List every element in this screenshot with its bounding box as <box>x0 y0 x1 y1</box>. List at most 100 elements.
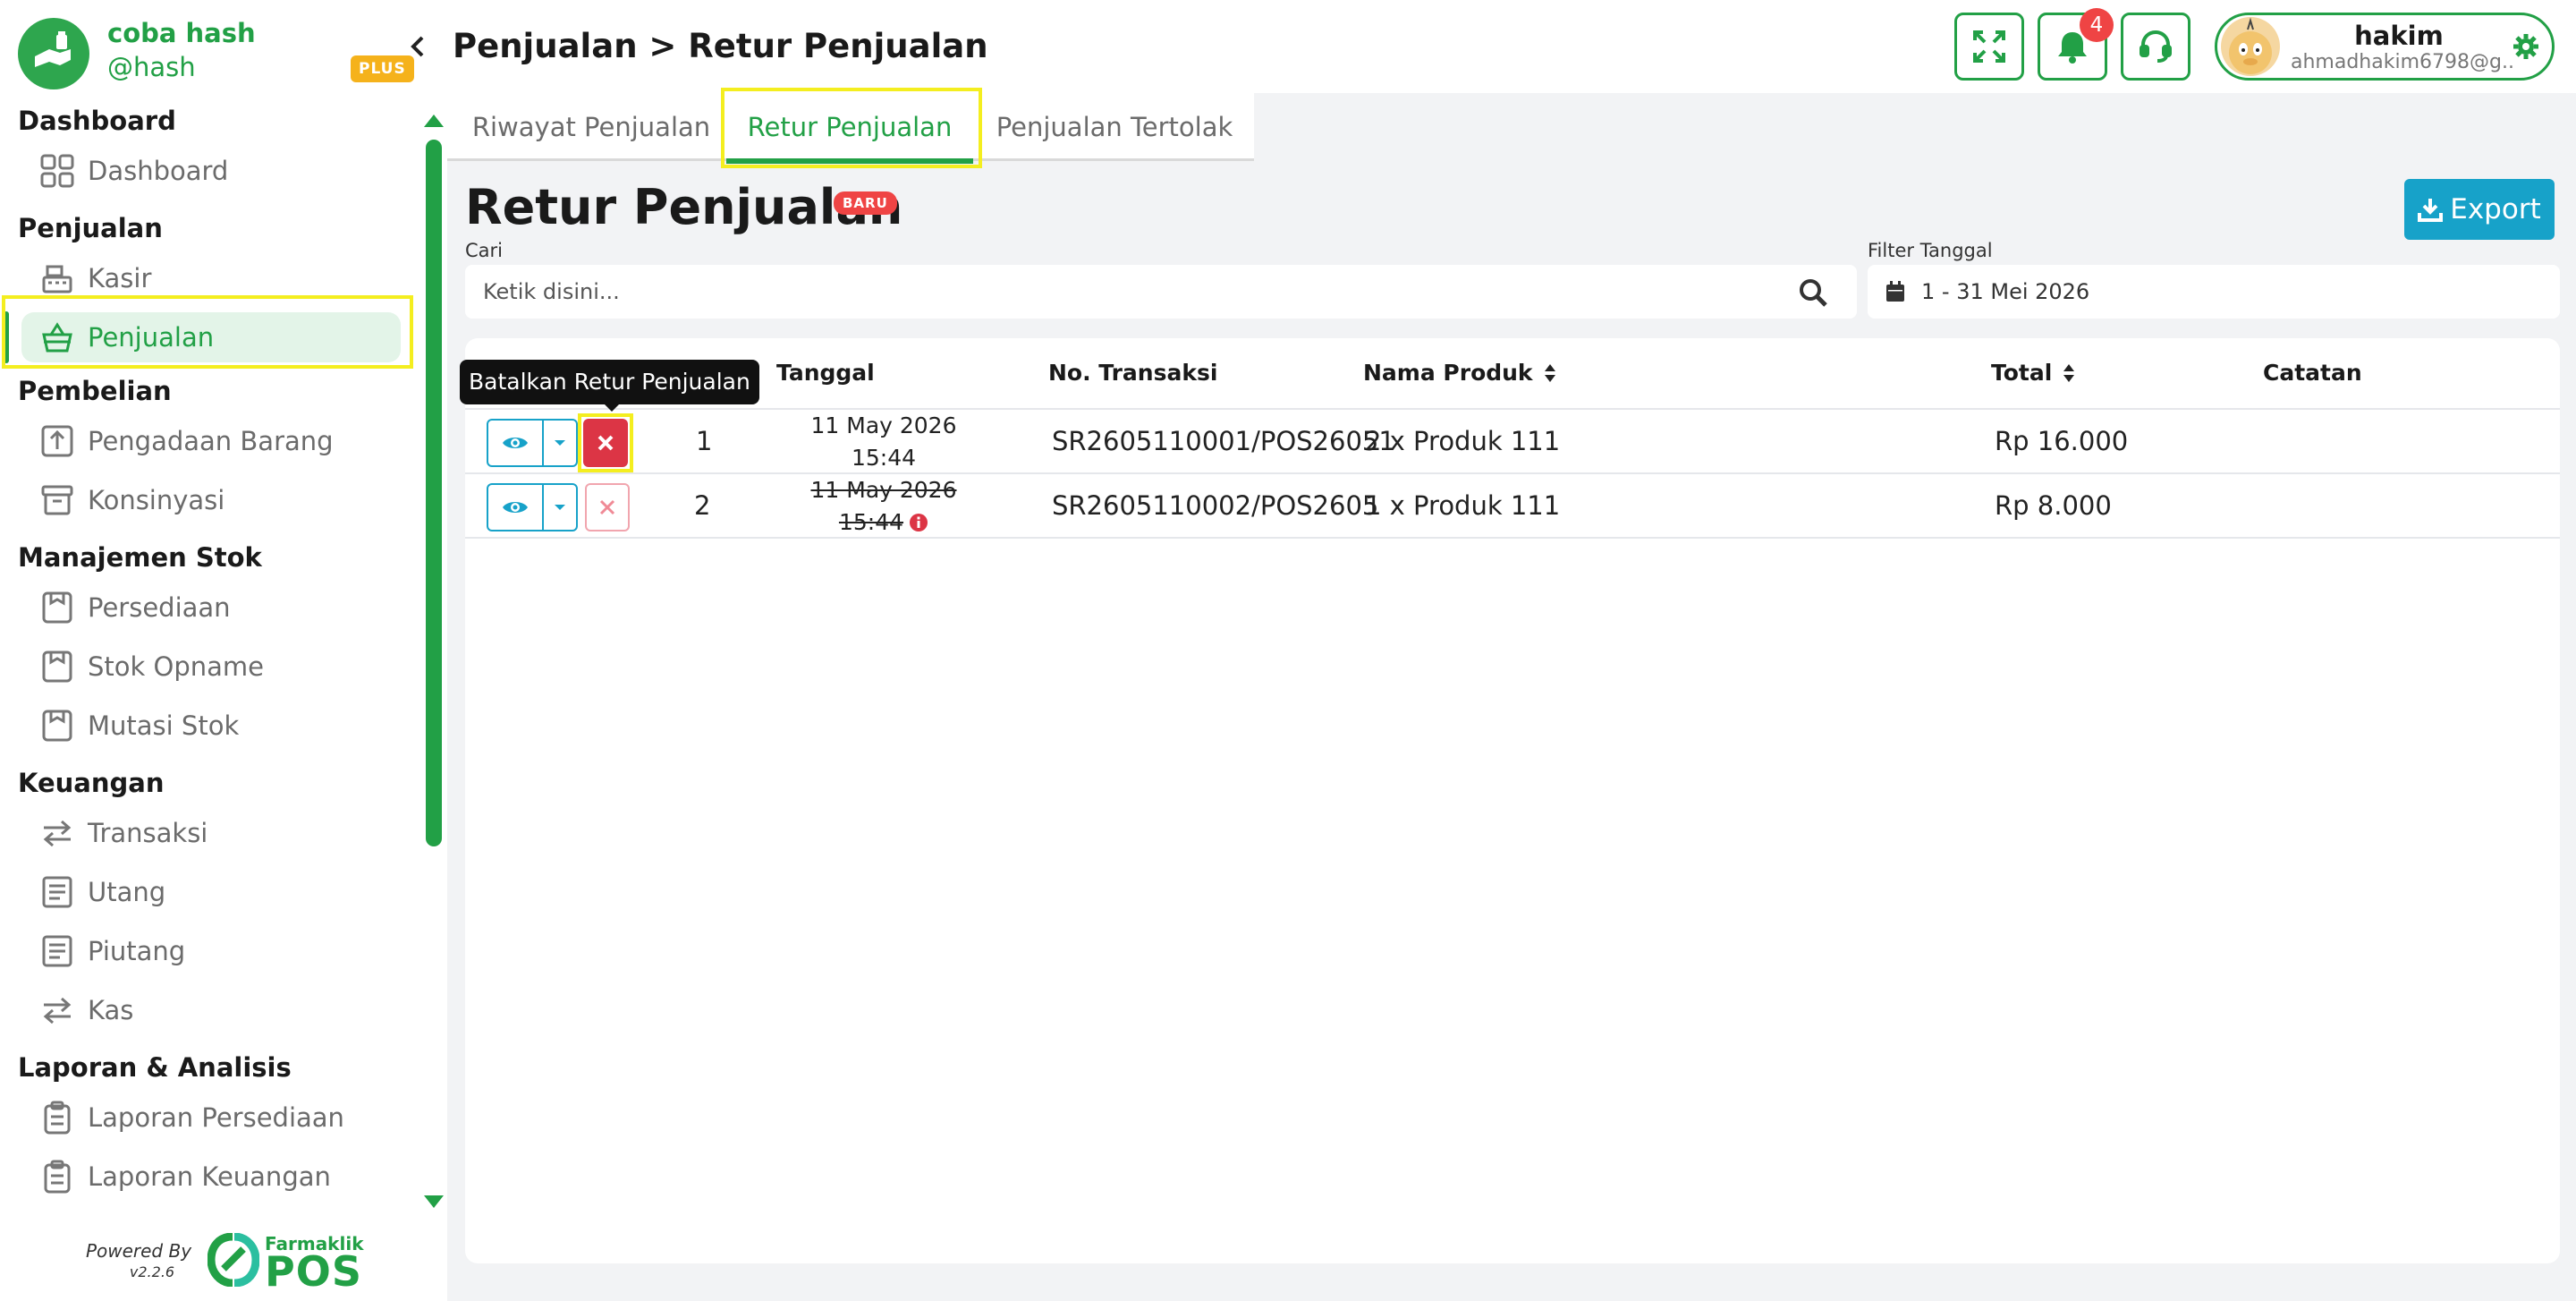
sidebar-item-label: Stok Opname <box>88 651 265 682</box>
sort-icon[interactable] <box>1544 363 1556 383</box>
tab-retur-penjualan[interactable]: Retur Penjualan <box>726 93 973 164</box>
box-icon <box>39 649 75 685</box>
sidebar: coba hash @hash PLUS Dashboard Dashboard… <box>0 0 447 1301</box>
sidebar-item-label: Kas <box>88 995 134 1025</box>
header-nama-produk-label: Nama Produk <box>1363 360 1533 386</box>
section-manajemen-stok: Manajemen Stok <box>18 542 262 573</box>
notifications-button[interactable]: 4 <box>2038 8 2114 81</box>
sidebar-item-transaksi[interactable]: Transaksi <box>0 804 420 863</box>
sidebar-item-piutang[interactable]: Piutang <box>0 922 420 981</box>
footer-logo-big: POS <box>265 1247 362 1296</box>
info-icon[interactable] <box>909 513 928 532</box>
scroll-down-icon[interactable] <box>424 1195 444 1208</box>
header-catatan-label: Catatan <box>2263 360 2362 386</box>
cancel-return-button[interactable] <box>583 419 628 467</box>
basket-icon <box>39 319 75 355</box>
date-filter-input[interactable]: 1 - 31 Mei 2026 <box>1868 265 2560 319</box>
action-button-group <box>487 419 578 467</box>
sidebar-scrollbar[interactable] <box>424 111 444 1212</box>
eye-icon <box>503 438 528 448</box>
search-input[interactable] <box>483 265 1771 319</box>
sidebar-item-label: Piutang <box>88 936 186 966</box>
section-laporan-analisis: Laporan & Analisis <box>18 1052 292 1083</box>
brand: coba hash @hash PLUS <box>18 16 414 91</box>
header-nama-produk[interactable]: Nama Produk <box>1363 360 1556 386</box>
cancel-return-button-disabled[interactable] <box>585 483 630 531</box>
upload-box-icon <box>39 423 75 459</box>
export-label: Export <box>2450 193 2541 225</box>
header-total-label: Total <box>1991 360 2053 386</box>
date-filter-label: Filter Tanggal <box>1868 240 1993 261</box>
user-profile-card[interactable]: hakim ahmadhakim6798@g... <box>2215 13 2555 81</box>
sidebar-item-pengadaan-barang[interactable]: Pengadaan Barang <box>0 412 420 471</box>
section-keuangan: Keuangan <box>18 768 165 798</box>
caret-down-icon <box>555 505 565 510</box>
sidebar-item-label: Laporan Persediaan <box>88 1102 344 1133</box>
more-actions-button[interactable] <box>544 485 576 530</box>
export-button[interactable]: Export <box>2404 179 2555 240</box>
row-produk: 2 x Produk 111 <box>1365 426 1561 456</box>
sidebar-item-laporan-keuangan[interactable]: Laporan Keuangan <box>0 1147 420 1201</box>
cancel-return-tooltip: Batalkan Retur Penjualan <box>460 360 759 404</box>
plan-badge: PLUS <box>351 55 414 82</box>
view-button[interactable] <box>488 485 544 530</box>
row-time-value: 15:44 <box>851 445 917 471</box>
support-button[interactable] <box>2121 13 2190 81</box>
header-tanggal-label: Tanggal <box>776 360 875 386</box>
store-name: coba hash <box>107 18 256 48</box>
sidebar-item-persediaan[interactable]: Persediaan <box>0 578 420 637</box>
farmaklik-logo-icon <box>208 1233 259 1287</box>
fullscreen-button[interactable] <box>1954 13 2024 81</box>
sidebar-item-utang[interactable]: Utang <box>0 863 420 922</box>
expand-icon <box>1973 30 2005 63</box>
user-name: hakim <box>2354 21 2444 51</box>
notification-count-badge: 4 <box>2080 8 2114 42</box>
box-icon <box>39 708 75 744</box>
search-icon[interactable] <box>1798 277 1828 308</box>
row-date-value: 11 May 2026 <box>810 412 957 438</box>
store-handle: @hash <box>107 52 196 82</box>
view-button[interactable] <box>488 421 544 465</box>
row-time-value: 15:44 <box>838 509 904 535</box>
sidebar-item-dashboard[interactable]: Dashboard <box>0 141 420 200</box>
sidebar-item-kasir[interactable]: Kasir <box>0 249 420 308</box>
version-text: v2.2.6 <box>129 1263 175 1280</box>
header-no-transaksi-label: No. Transaksi <box>1048 360 1218 386</box>
store-logo-icon <box>18 18 89 89</box>
sidebar-item-label: Mutasi Stok <box>88 710 240 741</box>
clipboard-icon <box>39 1100 75 1135</box>
header-total[interactable]: Total <box>1991 360 2075 386</box>
retur-table: Tanggal No. Transaksi Nama Produk Total … <box>465 338 2560 1263</box>
archive-box-icon <box>39 482 75 518</box>
sidebar-item-laporan-persediaan[interactable]: Laporan Persediaan <box>0 1088 420 1147</box>
date-filter-value: 1 - 31 Mei 2026 <box>1921 279 2090 304</box>
caret-down-icon <box>555 440 565 446</box>
tab-penjualan-tertolak[interactable]: Penjualan Tertolak <box>987 93 1241 161</box>
row-produk: 1 x Produk 111 <box>1365 490 1561 521</box>
clipboard-icon <box>39 1159 75 1195</box>
scroll-thumb[interactable] <box>426 140 442 846</box>
exchange-icon <box>39 992 75 1028</box>
row-no-transaksi: SR2605110002/POS2605 <box>1052 490 1379 521</box>
sidebar-item-kas[interactable]: Kas <box>0 981 420 1040</box>
receipt-icon <box>39 874 75 910</box>
search-field <box>465 265 1857 319</box>
tab-riwayat-penjualan[interactable]: Riwayat Penjualan <box>462 93 721 161</box>
more-actions-button[interactable] <box>544 421 576 465</box>
scroll-up-icon[interactable] <box>424 115 444 127</box>
sidebar-item-mutasi-stok[interactable]: Mutasi Stok <box>0 696 420 755</box>
section-penjualan: Penjualan <box>18 213 163 243</box>
sort-icon[interactable] <box>2063 363 2075 383</box>
sidebar-item-penjualan[interactable]: Penjualan <box>0 308 420 367</box>
sidebar-item-konsinyasi[interactable]: Konsinyasi <box>0 471 420 530</box>
download-icon <box>2418 199 2444 222</box>
collapse-sidebar-button[interactable] <box>410 34 426 65</box>
gear-icon[interactable] <box>2512 33 2539 60</box>
row-time-wrap: 15:44 <box>794 506 973 539</box>
powered-by-text: Powered By <box>85 1240 192 1262</box>
action-button-group <box>487 483 578 531</box>
new-badge: BARU <box>834 191 897 215</box>
user-email: ahmadhakim6798@g... <box>2291 51 2514 73</box>
sidebar-item-label: Laporan Keuangan <box>88 1161 331 1192</box>
sidebar-item-stok-opname[interactable]: Stok Opname <box>0 637 420 696</box>
